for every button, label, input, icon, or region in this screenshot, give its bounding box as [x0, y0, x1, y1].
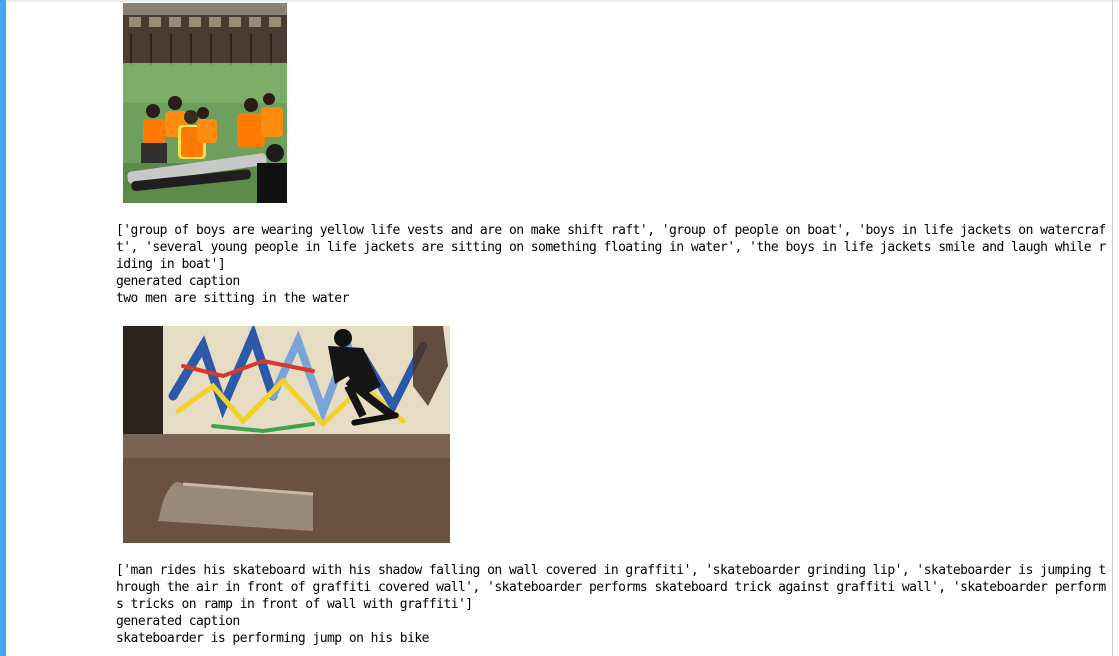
generated-caption-label: generated caption — [116, 274, 240, 289]
cell-output-2: ['man rides his skateboard with his shad… — [116, 326, 1106, 647]
photo-raft-icon — [123, 3, 287, 203]
photo-skateboard-icon — [123, 326, 450, 543]
active-cell-indicator — [0, 0, 6, 656]
reference-captions: ['man rides his skateboard with his shad… — [116, 563, 1106, 612]
output-image-raft — [123, 3, 287, 203]
cell-output-1: ['group of boys are wearing yellow life … — [116, 3, 1106, 307]
generated-caption: skateboarder is performing jump on his b… — [116, 631, 429, 646]
output-image-skateboard — [123, 326, 450, 543]
notebook-right-border — [1112, 0, 1113, 656]
generated-caption-label: generated caption — [116, 614, 240, 629]
generated-caption: two men are sitting in the water — [116, 291, 349, 306]
reference-captions: ['group of boys are wearing yellow life … — [116, 223, 1106, 272]
